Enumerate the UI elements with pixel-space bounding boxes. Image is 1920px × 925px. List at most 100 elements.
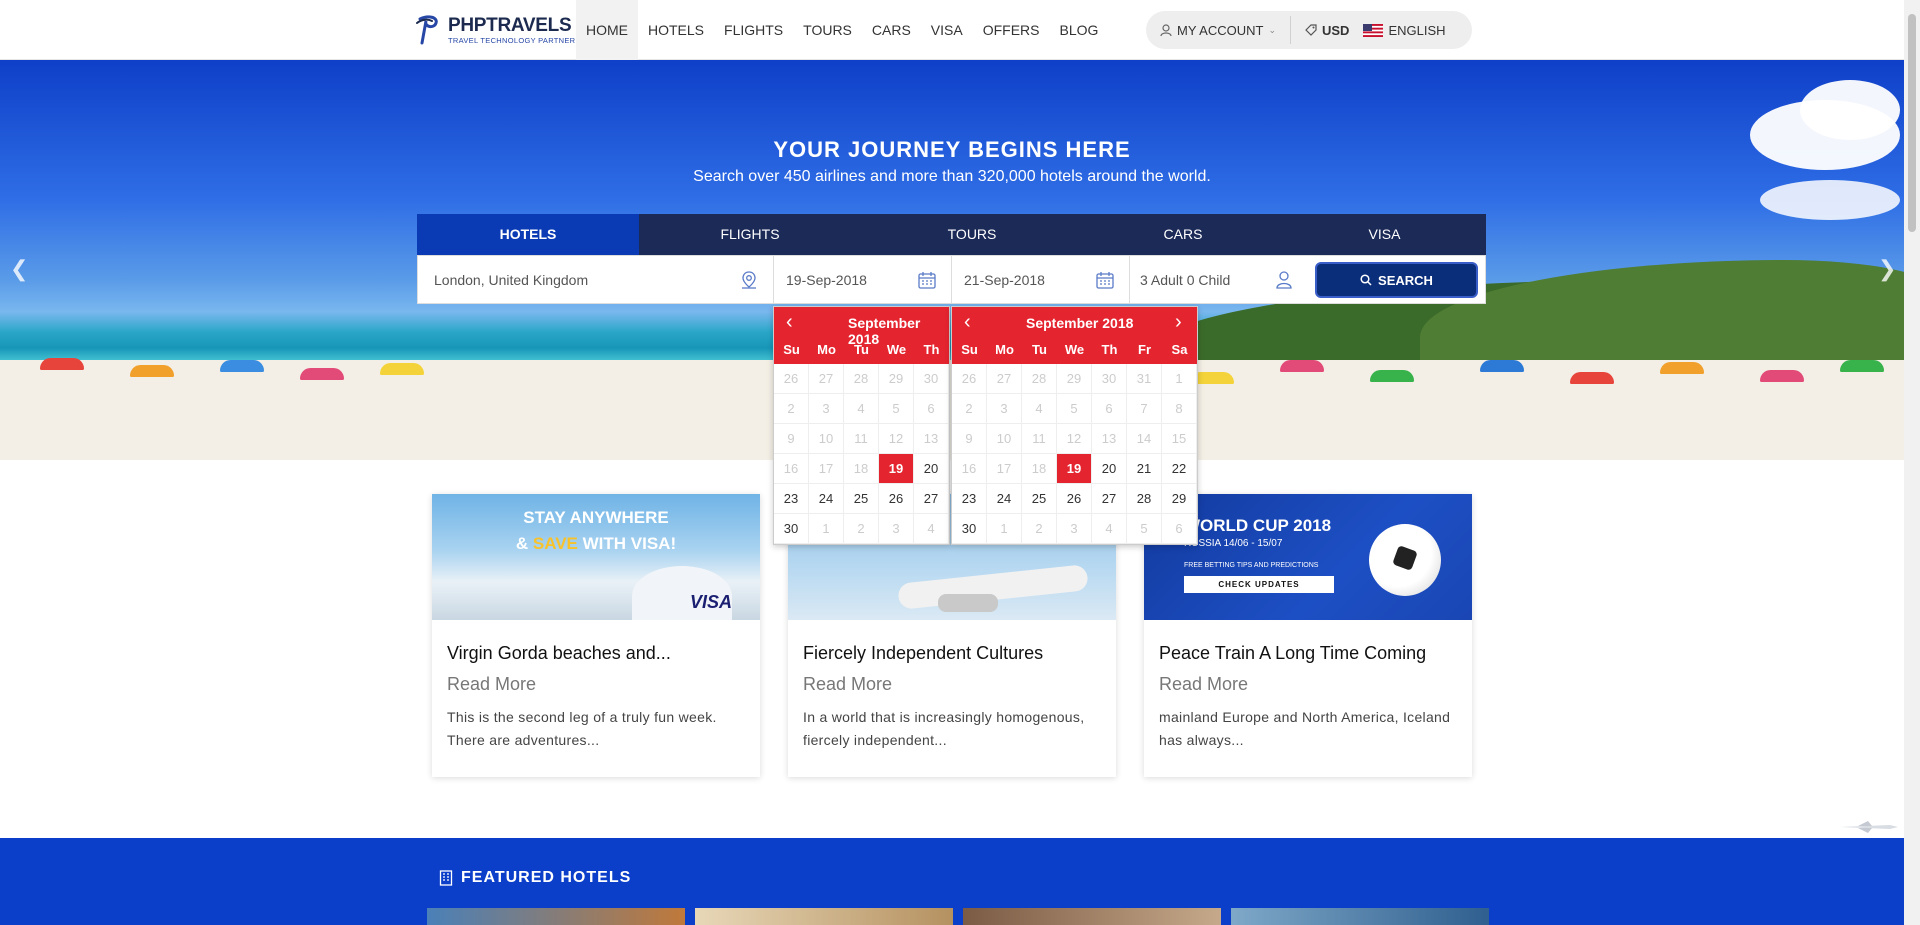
read-more-link[interactable]: Read More <box>447 674 536 695</box>
nav-tours[interactable]: TOURS <box>793 0 862 60</box>
datepicker-day[interactable]: 30 <box>952 514 987 544</box>
tab-hotels[interactable]: HOTELS <box>417 214 639 255</box>
cloud-shape <box>1800 80 1900 140</box>
datepicker-day[interactable]: 21 <box>1127 454 1162 484</box>
datepicker-day[interactable]: 20 <box>914 454 949 484</box>
next-month-icon[interactable]: › <box>1175 311 1182 334</box>
datepicker-day: 2 <box>774 394 809 424</box>
currency-label: USD <box>1321 22 1350 38</box>
slider-prev-icon[interactable]: ❮ <box>10 256 28 282</box>
search-button[interactable]: SEARCH <box>1315 262 1478 298</box>
datepicker-day[interactable]: 24 <box>987 484 1022 514</box>
datepicker-day[interactable]: 25 <box>844 484 879 514</box>
tab-flights[interactable]: FLIGHTS <box>639 214 861 255</box>
banner-note: FREE BETTING TIPS AND PREDICTIONS <box>1184 562 1319 569</box>
read-more-link[interactable]: Read More <box>803 674 892 695</box>
us-flag-icon <box>1363 23 1384 37</box>
datepicker-day[interactable]: 24 <box>809 484 844 514</box>
nav-blog[interactable]: BLOG <box>1049 0 1108 60</box>
datepicker-day[interactable]: 29 <box>1162 484 1197 514</box>
datepicker-day: 11 <box>844 424 879 454</box>
umbrella-shape <box>1660 362 1704 374</box>
datepicker-day[interactable]: 28 <box>1127 484 1162 514</box>
checkout-value: 21-Sep-2018 <box>964 271 1045 288</box>
prev-month-icon[interactable]: ‹ <box>786 311 793 334</box>
datepicker-day: 5 <box>1127 514 1162 544</box>
hill-shape <box>1420 260 1904 370</box>
umbrella-shape <box>130 365 174 377</box>
datepicker-day[interactable]: 27 <box>914 484 949 514</box>
read-more-link[interactable]: Read More <box>1159 674 1248 695</box>
prev-month-icon[interactable]: ‹ <box>964 311 971 334</box>
location-input[interactable]: London, United Kingdom <box>418 256 774 303</box>
nav-hotels[interactable]: HOTELS <box>638 0 714 60</box>
datepicker-day: 4 <box>1092 514 1127 544</box>
logo-mark-icon <box>416 15 438 45</box>
nav-cars[interactable]: CARS <box>862 0 921 60</box>
nav-visa[interactable]: VISA <box>921 0 973 60</box>
datepicker-day[interactable]: 26 <box>1057 484 1092 514</box>
card-title[interactable]: Peace Train A Long Time Coming <box>1159 643 1426 664</box>
datepicker-day: 8 <box>1162 394 1197 424</box>
datepicker-day: 1 <box>809 514 844 544</box>
datepicker-day: 31 <box>1127 364 1162 394</box>
hotel-thumbnail[interactable] <box>427 908 685 925</box>
datepicker-days: 26 27 28 29 30 2 3 4 5 6 9 10 11 12 13 16 17 18 19 20 23 24 25… <box>774 364 949 544</box>
card-excerpt: In a world that is increasingly homogeno… <box>803 709 1085 748</box>
umbrella-shape <box>1370 370 1414 382</box>
banner-text: & <box>515 534 533 553</box>
umbrella-shape <box>300 368 344 380</box>
location-value: London, United Kingdom <box>434 271 589 288</box>
datepicker-day[interactable]: 27 <box>1092 484 1127 514</box>
datepicker-day[interactable]: 22 <box>1162 454 1197 484</box>
datepicker-day[interactable]: 19 <box>879 454 914 484</box>
datepicker-day[interactable]: 23 <box>952 484 987 514</box>
card-title[interactable]: Virgin Gorda beaches and... <box>447 643 671 664</box>
calendar-icon <box>918 272 936 289</box>
datepicker-day[interactable]: 23 <box>774 484 809 514</box>
datepicker-day: 13 <box>1092 424 1127 454</box>
weekday-label: Tu <box>1032 342 1047 357</box>
datepicker-day: 7 <box>1127 394 1162 424</box>
search-tabs: HOTELS FLIGHTS TOURS CARS VISA <box>417 214 1486 255</box>
datepicker-day: 6 <box>1162 514 1197 544</box>
my-account-dropdown[interactable]: MY ACCOUNT ⌄ <box>1146 11 1290 49</box>
checkin-datepicker: ‹ September 2018 Su Mo Tu We Th 26 27 28 29 30 2 3… <box>773 306 950 545</box>
tab-tours[interactable]: TOURS <box>861 214 1083 255</box>
hotel-thumbnail[interactable] <box>1231 908 1489 925</box>
datepicker-day: 17 <box>809 454 844 484</box>
datepicker-day[interactable]: 20 <box>1092 454 1127 484</box>
datepicker-day: 15 <box>1162 424 1197 454</box>
slider-next-icon[interactable]: ❯ <box>1878 256 1896 282</box>
datepicker-day[interactable]: 26 <box>879 484 914 514</box>
checkout-date-input[interactable]: 21-Sep-2018 <box>952 256 1130 303</box>
umbrella-shape <box>1480 360 1524 372</box>
checkin-date-input[interactable]: 19-Sep-2018 <box>774 256 952 303</box>
hotel-thumbnail[interactable] <box>695 908 953 925</box>
nav-home[interactable]: HOME <box>576 0 638 60</box>
datepicker-day: 5 <box>1057 394 1092 424</box>
hotel-thumbnail[interactable] <box>963 908 1221 925</box>
ball-patch-shape <box>1392 545 1418 571</box>
banner-line1: STAY ANYWHERE <box>523 508 669 527</box>
nav-flights[interactable]: FLIGHTS <box>714 0 793 60</box>
datepicker-day[interactable]: 19 <box>1057 454 1092 484</box>
datepicker-day: 28 <box>1022 364 1057 394</box>
site-logo[interactable]: PHPTRAVELS TRAVEL TECHNOLOGY PARTNER <box>414 12 575 48</box>
page-scrollbar[interactable] <box>1904 0 1920 925</box>
tab-visa[interactable]: VISA <box>1283 214 1486 255</box>
language-selector[interactable]: ENGLISH <box>1363 11 1459 49</box>
hero-subtitle: Search over 450 airlines and more than 3… <box>693 168 1211 185</box>
blog-card[interactable]: STAY ANYWHERE & SAVE WITH VISA! VISA Vir… <box>432 494 760 777</box>
datepicker-day: 27 <box>987 364 1022 394</box>
guests-input[interactable]: 3 Adult 0 Child <box>1130 256 1308 303</box>
datepicker-day[interactable]: 30 <box>774 514 809 544</box>
currency-selector[interactable]: USD <box>1291 11 1363 49</box>
datepicker-day[interactable]: 25 <box>1022 484 1057 514</box>
card-title[interactable]: Fiercely Independent Cultures <box>803 643 1043 664</box>
scrollbar-thumb[interactable] <box>1908 14 1916 232</box>
datepicker-month: September 2018 <box>1026 315 1134 331</box>
nav-offers[interactable]: OFFERS <box>973 0 1050 60</box>
logo-name: PHPTRAVELS <box>448 14 572 36</box>
tab-cars[interactable]: CARS <box>1083 214 1283 255</box>
